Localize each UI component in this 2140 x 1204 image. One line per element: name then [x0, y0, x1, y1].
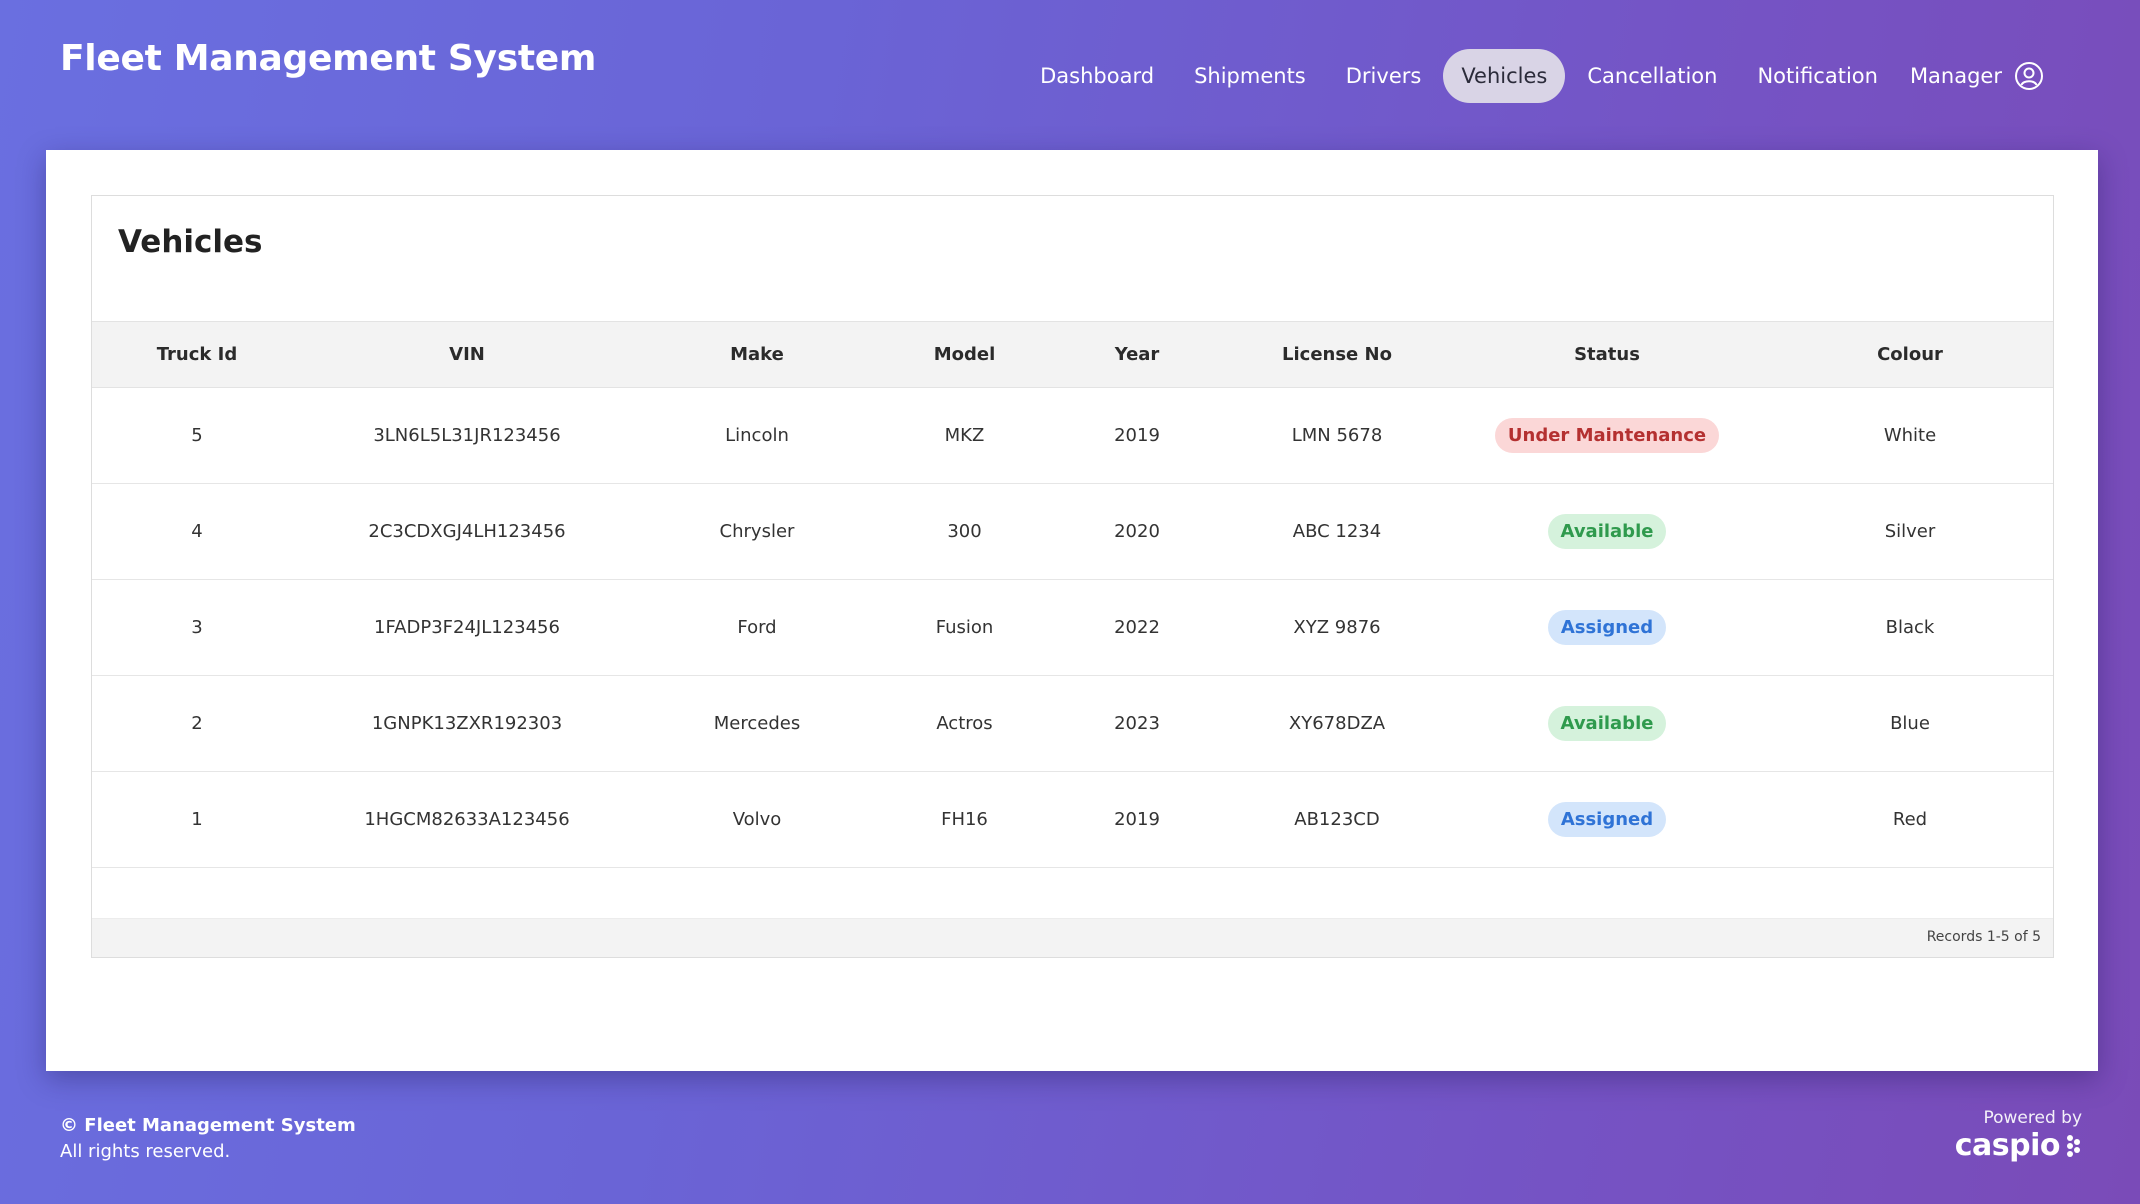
column-header[interactable]: Colour [1767, 322, 2053, 388]
cell-year: 2019 [1114, 809, 1160, 830]
app-title: Fleet Management System [60, 38, 597, 79]
user-menu-label: Manager [1909, 64, 2002, 88]
cell-status: Under Maintenance [1447, 388, 1767, 484]
cell-license: ABC 1234 [1292, 521, 1382, 542]
cell-make: Mercedes [713, 713, 801, 734]
cell-make: Ford [737, 617, 777, 638]
table-row: 1 1HGCM82633A123456 Volvo FH16 2019 AB12… [92, 772, 2053, 868]
vehicles-table: Truck Id VIN Make Model Year License No … [92, 321, 2053, 868]
status-badge: Available [1547, 514, 1667, 549]
cell-vin: 1GNPK13ZXR192303 [371, 713, 563, 734]
brand-text: caspio [1954, 1128, 2061, 1163]
column-header[interactable]: VIN [302, 322, 632, 388]
copyright-text: © Fleet Management System [60, 1115, 356, 1136]
table-row: 4 2C3CDXGJ4LH123456 Chrysler 300 2020 AB… [92, 484, 2053, 580]
cell-license: AB123CD [1294, 809, 1380, 830]
cell-model: Actros [936, 713, 993, 734]
status-badge: Available [1547, 706, 1667, 741]
footer-copyright: © Fleet Management System All rights res… [60, 1113, 356, 1165]
content-panel: Vehicles Truck Id VIN Make Model Year Li… [46, 150, 2098, 1071]
cell-license: LMN 5678 [1291, 425, 1383, 446]
nav-notification[interactable]: Notification [1739, 49, 1896, 103]
status-badge: Assigned [1547, 610, 1667, 645]
cell-year: 2023 [1114, 713, 1160, 734]
status-badge: Under Maintenance [1494, 418, 1720, 453]
cell-vin: 1FADP3F24JL123456 [374, 617, 560, 638]
cell-year: 2019 [1114, 425, 1160, 446]
cell-status: Assigned [1447, 580, 1767, 676]
cell-status: Available [1447, 676, 1767, 772]
cell-year: 2022 [1114, 617, 1160, 638]
cell-truck-id: 2 [191, 713, 203, 734]
powered-by-label: Powered by [1983, 1108, 2082, 1128]
vehicles-card: Vehicles Truck Id VIN Make Model Year Li… [91, 195, 2054, 958]
cell-make: Volvo [732, 809, 782, 830]
powered-by[interactable]: Powered by caspio [1955, 1108, 2082, 1163]
caspio-dots-icon [2067, 1134, 2080, 1157]
nav-dashboard[interactable]: Dashboard [1022, 49, 1172, 103]
cell-truck-id: 3 [191, 617, 203, 638]
cell-colour: Red [1892, 809, 1928, 830]
table-footer: Records 1-5 of 5 [92, 918, 2053, 957]
main-nav: Dashboard Shipments Drivers Vehicles Can… [1022, 46, 2062, 106]
nav-vehicles[interactable]: Vehicles [1443, 49, 1566, 103]
cell-make: Lincoln [725, 425, 789, 446]
caspio-logo: caspio [1955, 1128, 2082, 1163]
cell-status: Assigned [1447, 772, 1767, 868]
cell-year: 2020 [1114, 521, 1160, 542]
cell-status: Available [1447, 484, 1767, 580]
user-menu[interactable]: Manager [1900, 46, 2062, 106]
rights-text: All rights reserved. [60, 1141, 231, 1162]
cell-truck-id: 4 [191, 521, 203, 542]
cell-model: 300 [947, 521, 982, 542]
user-circle-icon [2014, 61, 2044, 91]
column-header[interactable]: Truck Id [92, 322, 302, 388]
cell-truck-id: 1 [191, 809, 203, 830]
cell-colour: Blue [1890, 713, 1930, 734]
cell-truck-id: 5 [191, 425, 203, 446]
records-count: Records 1-5 of 5 [1926, 929, 2041, 945]
cell-license: XYZ 9876 [1293, 617, 1381, 638]
column-header[interactable]: Year [1047, 322, 1227, 388]
nav-drivers[interactable]: Drivers [1328, 49, 1440, 103]
page-title: Vehicles [118, 224, 263, 260]
cell-license: XY678DZA [1288, 713, 1386, 734]
cell-vin: 3LN6L5L31JR123456 [373, 425, 561, 446]
nav-shipments[interactable]: Shipments [1176, 49, 1324, 103]
table-header-row: Truck Id VIN Make Model Year License No … [92, 321, 2053, 388]
column-header[interactable]: Model [882, 322, 1047, 388]
column-header[interactable]: Make [632, 322, 882, 388]
cell-vin: 1HGCM82633A123456 [364, 809, 570, 830]
cell-colour: Black [1885, 617, 1935, 638]
cell-colour: Silver [1884, 521, 1936, 542]
cell-model: FH16 [941, 809, 988, 830]
table-row: 2 1GNPK13ZXR192303 Mercedes Actros 2023 … [92, 676, 2053, 772]
table-row: 5 3LN6L5L31JR123456 Lincoln MKZ 2019 LMN… [92, 388, 2053, 484]
column-header[interactable]: License No [1227, 322, 1447, 388]
column-header[interactable]: Status [1447, 322, 1767, 388]
cell-model: MKZ [944, 425, 985, 446]
nav-cancellation[interactable]: Cancellation [1569, 49, 1735, 103]
table-row: 3 1FADP3F24JL123456 Ford Fusion 2022 XYZ… [92, 580, 2053, 676]
cell-colour: White [1883, 425, 1937, 446]
cell-vin: 2C3CDXGJ4LH123456 [368, 521, 566, 542]
status-badge: Assigned [1547, 802, 1667, 837]
cell-make: Chrysler [719, 521, 795, 542]
cell-model: Fusion [935, 617, 994, 638]
